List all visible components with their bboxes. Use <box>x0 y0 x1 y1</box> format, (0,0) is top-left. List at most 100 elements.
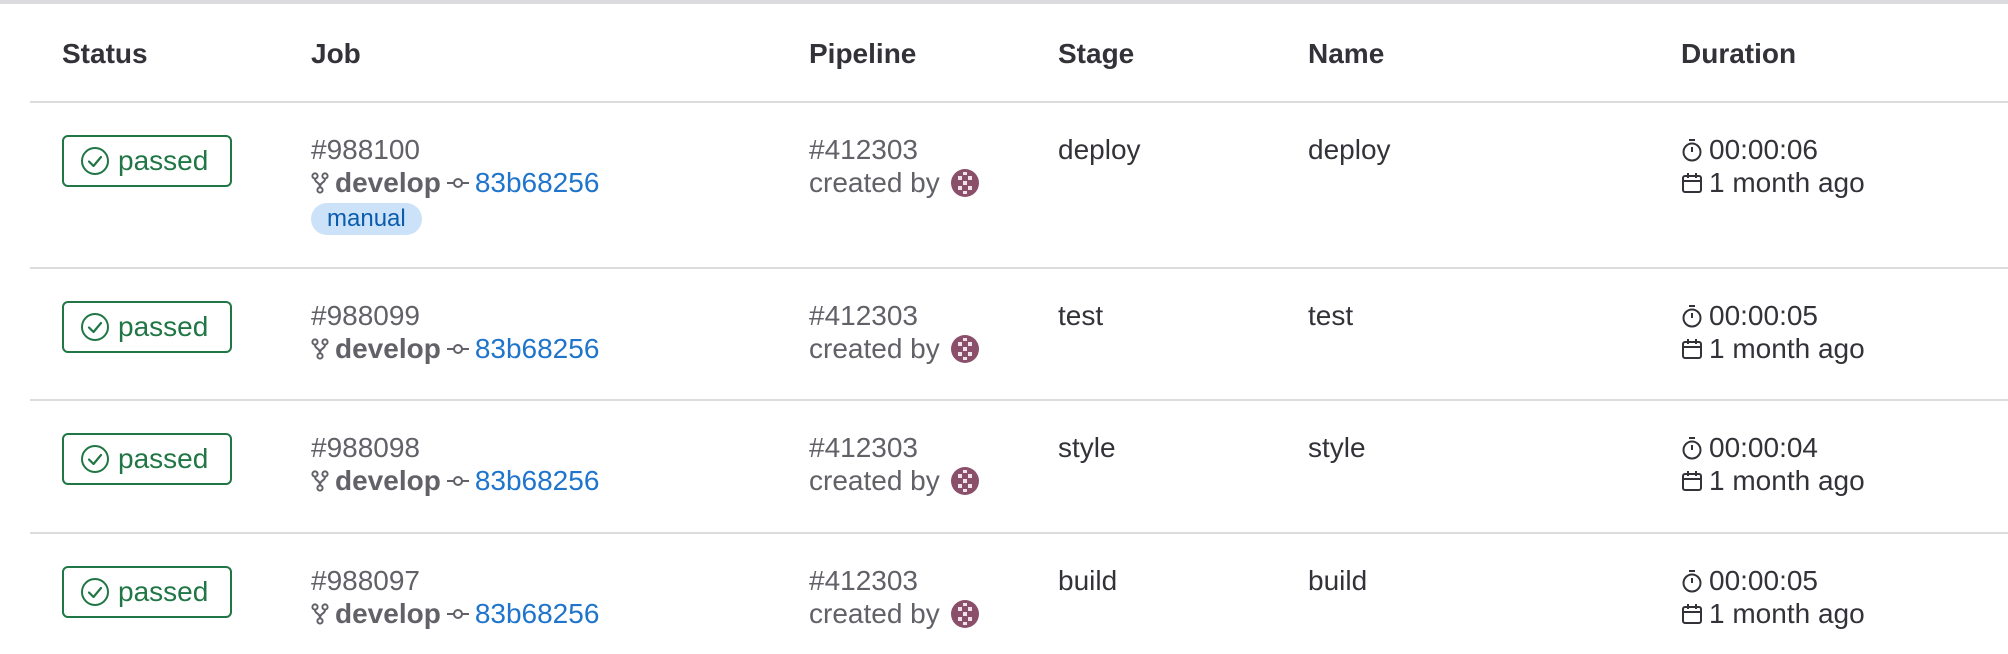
finished: 1 month ago <box>1681 597 1865 630</box>
status-label: passed <box>118 576 209 607</box>
finished-value: 1 month ago <box>1709 333 1865 364</box>
branch-icon <box>311 337 329 360</box>
duration-cell: 00:00:05 1 month ago <box>1681 564 1865 630</box>
check-circle-icon <box>80 312 110 342</box>
duration-cell: 00:00:05 1 month ago <box>1681 299 1865 365</box>
duration-cell: 00:00:06 1 month ago <box>1681 133 1865 199</box>
header-pipeline: Pipeline <box>809 38 917 69</box>
branch-icon <box>311 602 329 625</box>
timer-icon <box>1681 304 1703 328</box>
status-label: passed <box>118 443 209 474</box>
job-id-link[interactable]: #988099 <box>311 299 599 332</box>
created-by-label: created by <box>809 333 940 364</box>
job-ref: develop 83b68256 <box>311 166 599 199</box>
commit-sha-link[interactable]: 83b68256 <box>475 464 600 497</box>
branch-icon <box>311 469 329 492</box>
job-id-link[interactable]: #988098 <box>311 431 599 464</box>
name-cell: style <box>1308 432 1366 463</box>
user-avatar[interactable] <box>950 168 980 198</box>
calendar-icon <box>1681 603 1703 625</box>
commit-sha-link[interactable]: 83b68256 <box>475 597 600 630</box>
pipeline-id-link[interactable]: #412303 <box>809 431 980 464</box>
branch-link[interactable]: develop <box>335 166 441 199</box>
duration-value: 00:00:05 <box>1709 300 1818 331</box>
job-cell: #988099 develop 83b68256 <box>311 299 599 365</box>
header-status: Status <box>62 38 148 69</box>
jobs-table: Status Job Pipeline Stage Name Duration … <box>30 4 2008 654</box>
commit-sha-link[interactable]: 83b68256 <box>475 166 600 199</box>
finished: 1 month ago <box>1681 332 1865 365</box>
header-stage: Stage <box>1058 38 1135 69</box>
created-by: created by <box>809 464 980 497</box>
header-name: Name <box>1308 38 1385 69</box>
user-avatar[interactable] <box>950 466 980 496</box>
status-cell: passed <box>62 433 232 485</box>
status-badge[interactable]: passed <box>62 566 232 618</box>
duration: 00:00:05 <box>1681 564 1865 597</box>
pipeline-id-link[interactable]: #412303 <box>809 564 980 597</box>
duration: 00:00:04 <box>1681 431 1865 464</box>
status-badge[interactable]: passed <box>62 135 232 187</box>
table-row: passed #988100 develop 83b68256 manual #… <box>30 103 2008 269</box>
created-by: created by <box>809 332 980 365</box>
name-cell: deploy <box>1308 134 1391 165</box>
duration-cell: 00:00:04 1 month ago <box>1681 431 1865 497</box>
commit-sha-link[interactable]: 83b68256 <box>475 332 600 365</box>
job-ref: develop 83b68256 <box>311 597 599 630</box>
duration-value: 00:00:05 <box>1709 565 1818 596</box>
status-badge[interactable]: passed <box>62 433 232 485</box>
created-by-label: created by <box>809 465 940 496</box>
status-cell: passed <box>62 135 232 187</box>
branch-icon <box>311 171 329 194</box>
job-ref: develop 83b68256 <box>311 332 599 365</box>
user-avatar[interactable] <box>950 334 980 364</box>
name-cell: test <box>1308 300 1354 331</box>
commit-icon <box>446 176 469 190</box>
status-cell: passed <box>62 301 232 353</box>
status-badge[interactable]: passed <box>62 301 232 353</box>
created-by: created by <box>809 166 980 199</box>
commit-icon <box>446 474 469 488</box>
pipeline-cell: #412303 created by <box>809 299 980 365</box>
created-by-label: created by <box>809 598 940 629</box>
created-by-label: created by <box>809 167 940 198</box>
job-id-link[interactable]: #988097 <box>311 564 599 597</box>
name-cell: build <box>1308 565 1368 596</box>
job-cell: #988097 develop 83b68256 <box>311 564 599 630</box>
finished-value: 1 month ago <box>1709 465 1865 496</box>
timer-icon <box>1681 436 1703 460</box>
stage-cell: test <box>1058 300 1104 331</box>
job-id-link[interactable]: #988100 <box>311 133 599 166</box>
branch-link[interactable]: develop <box>335 464 441 497</box>
table-row: passed #988098 develop 83b68256 #412303 … <box>30 401 2008 534</box>
check-circle-icon <box>80 577 110 607</box>
calendar-icon <box>1681 470 1703 492</box>
duration-value: 00:00:04 <box>1709 432 1818 463</box>
job-ref: develop 83b68256 <box>311 464 599 497</box>
header-duration: Duration <box>1681 38 1797 69</box>
timer-icon <box>1681 138 1703 162</box>
timer-icon <box>1681 569 1703 593</box>
branch-link[interactable]: develop <box>335 597 441 630</box>
user-avatar[interactable] <box>950 599 980 629</box>
status-cell: passed <box>62 566 232 618</box>
job-cell: #988100 develop 83b68256 manual <box>311 133 599 235</box>
pipeline-cell: #412303 created by <box>809 133 980 199</box>
pipeline-id-link[interactable]: #412303 <box>809 299 980 332</box>
calendar-icon <box>1681 338 1703 360</box>
stage-cell: build <box>1058 565 1118 596</box>
pipeline-id-link[interactable]: #412303 <box>809 133 980 166</box>
manual-badge: manual <box>311 203 422 235</box>
table-header: Status Job Pipeline Stage Name Duration <box>30 4 2008 103</box>
finished: 1 month ago <box>1681 166 1865 199</box>
commit-icon <box>446 342 469 356</box>
table-row: passed #988097 develop 83b68256 #412303 … <box>30 534 2008 654</box>
finished-value: 1 month ago <box>1709 598 1865 629</box>
duration-value: 00:00:06 <box>1709 134 1818 165</box>
stage-cell: style <box>1058 432 1116 463</box>
commit-icon <box>446 607 469 621</box>
finished: 1 month ago <box>1681 464 1865 497</box>
status-label: passed <box>118 145 209 176</box>
branch-link[interactable]: develop <box>335 332 441 365</box>
pipeline-cell: #412303 created by <box>809 431 980 497</box>
